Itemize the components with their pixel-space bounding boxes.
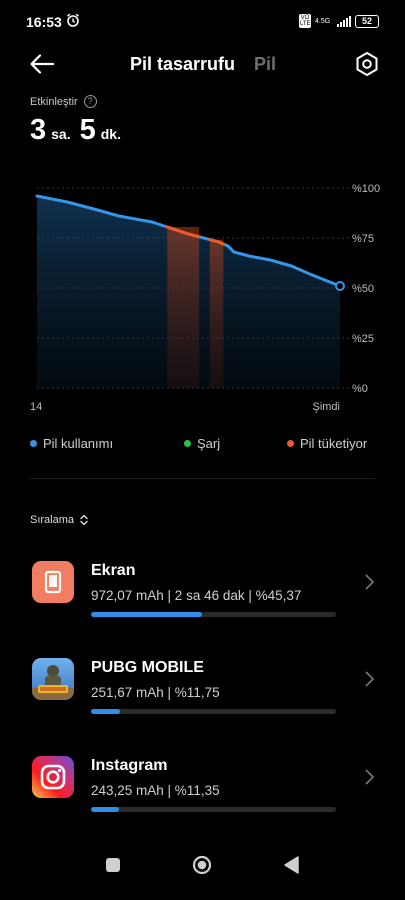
app-detail: 251,67 mAh | %11,75	[91, 685, 220, 700]
drain-area	[167, 227, 200, 388]
drain-area	[209, 239, 224, 388]
divider	[30, 478, 375, 479]
usage-bar-fill	[91, 612, 203, 617]
usage-bar	[91, 709, 336, 714]
chevron-right-icon	[365, 671, 375, 687]
home-circle-icon[interactable]	[192, 855, 212, 875]
legend-usage: Pil kullanımı	[30, 436, 113, 451]
chart-legend: Pil kullanımı Şarj Pil tüketiyor	[30, 436, 380, 456]
x-tick-label: Şimdi	[312, 401, 340, 413]
y-tick-label: %75	[352, 233, 374, 245]
signal-icon	[337, 15, 351, 27]
legend-usage-label: Pil kullanımı	[43, 436, 114, 451]
app-name: Ekran	[91, 562, 136, 579]
sort-label: Sıralama	[30, 514, 75, 526]
remaining-time: 3 sa. 5 dk.	[30, 114, 130, 147]
chevron-right-icon	[365, 574, 375, 590]
pubg-mobile-icon	[32, 658, 74, 700]
estimate-label: Etkinleştir ?	[30, 95, 97, 108]
app-detail: 243,25 mAh | %11,35	[91, 783, 220, 798]
legend-charge-label: Şarj	[197, 436, 221, 451]
remaining-hours: 3	[30, 114, 47, 146]
status-right: VO LTE 4.5G 52	[299, 13, 379, 29]
estimate-label-text: Etkinleştir	[30, 95, 78, 108]
legend-charge: Şarj	[184, 436, 220, 451]
app-name: PUBG MOBILE	[91, 659, 204, 676]
header: Pil tasarrufu Pil	[0, 44, 405, 84]
volte-badge: VO LTE	[299, 14, 311, 28]
usage-bar	[91, 612, 336, 617]
y-tick-label: %25	[352, 333, 374, 345]
app-row-ekran[interactable]: Ekran 972,07 mAh | 2 sa 46 dak | %45,37	[0, 561, 405, 641]
status-time: 16:53	[26, 14, 62, 30]
recents-square-icon[interactable]	[106, 858, 120, 872]
app-detail: 972,07 mAh | 2 sa 46 dak | %45,37	[91, 588, 302, 603]
alarm-icon	[67, 13, 79, 27]
remaining-minutes: 5	[79, 114, 96, 146]
y-tick-label: %50	[352, 283, 374, 295]
x-tick-label: 14	[30, 401, 42, 413]
sort-chevrons-icon	[80, 514, 88, 526]
status-bar: 16:53 VO LTE 4.5G 52	[0, 0, 405, 44]
usage-bar	[91, 807, 336, 812]
back-triangle-icon[interactable]	[282, 855, 300, 875]
legend-drain-label: Pil tüketiyor	[300, 436, 368, 451]
y-tick-label: %0	[352, 383, 368, 395]
battery-chart: %100 %75 %50 %25 %0 14 Şimdi	[30, 183, 380, 413]
legend-drain: Pil tüketiyor	[287, 436, 367, 451]
navigation-bar	[0, 845, 405, 900]
instagram-icon	[32, 756, 74, 798]
battery-indicator: 52	[355, 14, 379, 28]
settings-gear-icon[interactable]	[354, 51, 380, 77]
chevron-right-icon	[365, 769, 375, 785]
app-row-pubg-mobile[interactable]: PUBG MOBILE 251,67 mAh | %11,75	[0, 658, 405, 738]
hours-unit: sa.	[51, 126, 71, 142]
tab-battery[interactable]: Pil	[254, 54, 276, 75]
y-tick-label: %100	[352, 183, 380, 195]
legend-charge-dot	[184, 440, 191, 447]
app-row-instagram[interactable]: Instagram 243,25 mAh | %11,35	[0, 756, 405, 836]
minutes-unit: dk.	[100, 126, 121, 142]
network-type: 4.5G	[315, 17, 331, 25]
usage-bar-fill	[91, 807, 119, 812]
legend-usage-dot	[30, 440, 37, 447]
sort-button[interactable]: Sıralama	[30, 514, 89, 526]
usage-bar-fill	[91, 709, 120, 714]
legend-drain-dot	[287, 440, 294, 447]
arrow-left-icon[interactable]	[28, 52, 56, 76]
app-name: Instagram	[91, 757, 168, 774]
help-icon[interactable]: ?	[83, 95, 97, 108]
screen-icon	[32, 561, 74, 603]
tab-battery-saver[interactable]: Pil tasarrufu	[130, 54, 235, 75]
current-point	[335, 281, 345, 291]
